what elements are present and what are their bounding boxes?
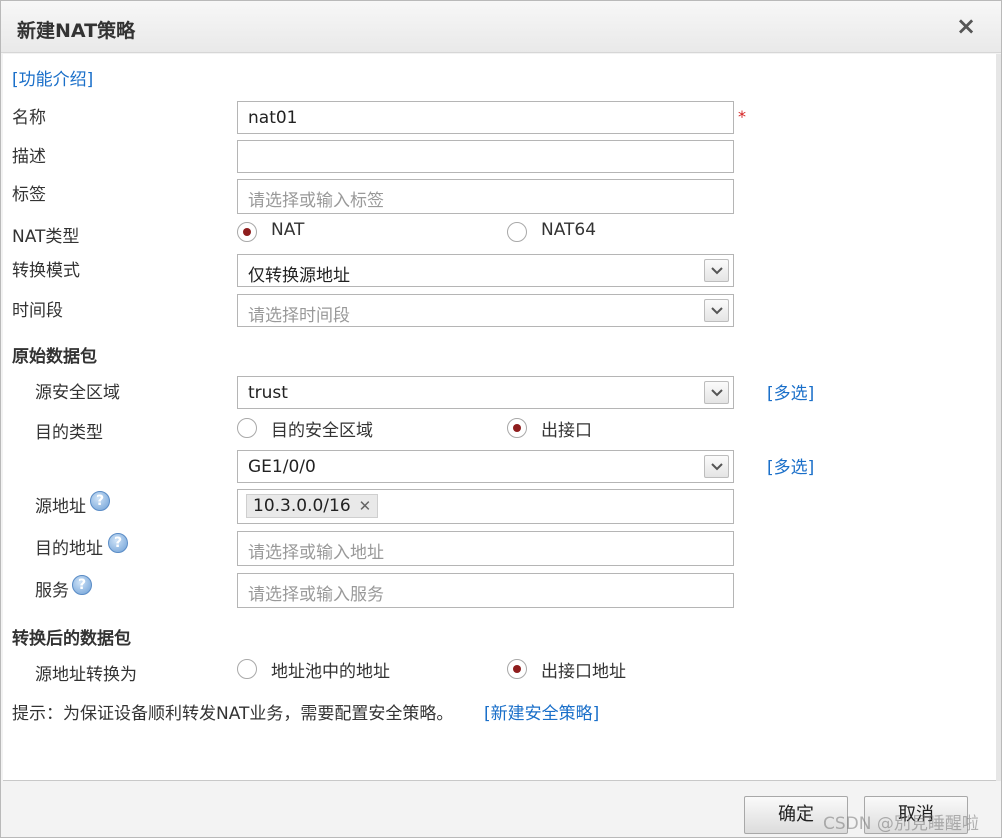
nat-type-nat-label: NAT (271, 220, 305, 240)
source-zone-multi-link[interactable]: [多选] (767, 379, 814, 404)
source-address-label: 源地址 (35, 497, 86, 517)
translated-packet-heading: 转换后的数据包 (12, 629, 131, 649)
nat-type-label: NAT类型 (12, 227, 80, 247)
close-icon[interactable]: × (953, 13, 979, 39)
dest-type-zone-radio[interactable] (237, 418, 257, 438)
required-mark: * (738, 107, 746, 126)
tag-field[interactable]: 请选择或输入标签 (237, 179, 734, 214)
chevron-down-icon[interactable] (704, 381, 729, 404)
source-zone-select[interactable]: trust (237, 376, 734, 409)
tag-placeholder: 请选择或输入标签 (248, 191, 384, 211)
source-zone-label: 源安全区域 (35, 383, 120, 403)
dialog-titlebar: 新建NAT策略 × (1, 1, 1001, 53)
remove-tag-icon[interactable]: ✕ (359, 497, 372, 515)
time-range-label: 时间段 (12, 301, 63, 321)
convert-mode-select[interactable]: 仅转换源地址 (237, 254, 734, 287)
interface-address-label: 出接口地址 (541, 662, 626, 682)
help-icon[interactable]: ? (108, 533, 128, 553)
source-address-field[interactable]: 10.3.0.0/16 ✕ (237, 489, 734, 524)
convert-mode-label: 转换模式 (12, 261, 80, 281)
time-range-select[interactable]: 请选择时间段 (237, 294, 734, 327)
source-translate-label: 源地址转换为 (35, 665, 137, 685)
interface-address-radio[interactable] (507, 659, 527, 679)
pool-address-radio[interactable] (237, 659, 257, 679)
interface-multi-link[interactable]: [多选] (767, 453, 814, 478)
feature-intro-link[interactable]: [功能介绍] (12, 65, 93, 90)
dest-type-zone-label: 目的安全区域 (271, 421, 373, 441)
service-placeholder: 请选择或输入服务 (248, 585, 384, 605)
address-tag: 10.3.0.0/16 ✕ (246, 494, 379, 518)
name-field[interactable]: nat01 (237, 101, 734, 134)
watermark: CSDN @別見睡醒啦 (823, 814, 979, 834)
dest-address-label: 目的地址 (35, 539, 103, 559)
new-security-policy-link[interactable]: [新建安全策略] (484, 699, 599, 724)
tag-label: 标签 (12, 185, 46, 205)
description-label: 描述 (12, 147, 46, 167)
service-field[interactable]: 请选择或输入服务 (237, 573, 734, 608)
nat-type-nat-radio[interactable] (237, 222, 257, 242)
interface-select[interactable]: GE1/0/0 (237, 450, 734, 483)
description-field[interactable] (237, 140, 734, 173)
address-tag-label: 10.3.0.0/16 (253, 496, 351, 516)
dest-type-interface-label: 出接口 (541, 421, 592, 441)
hint-text: 提示：为保证设备顺利转发NAT业务，需要配置安全策略。 (12, 704, 454, 724)
help-icon[interactable]: ? (72, 575, 92, 595)
dest-address-placeholder: 请选择或输入地址 (248, 543, 384, 563)
chevron-down-icon[interactable] (704, 455, 729, 478)
pool-address-label: 地址池中的地址 (271, 662, 390, 682)
time-range-placeholder: 请选择时间段 (248, 306, 350, 326)
nat-type-nat64-label: NAT64 (541, 220, 597, 240)
name-value: nat01 (248, 108, 298, 128)
nat-type-nat64-radio[interactable] (507, 222, 527, 242)
chevron-down-icon[interactable] (704, 259, 729, 282)
help-icon[interactable]: ? (90, 491, 110, 511)
scrollbar[interactable] (996, 54, 1001, 781)
service-label: 服务 (35, 581, 69, 601)
dest-type-label: 目的类型 (35, 423, 103, 443)
original-packet-heading: 原始数据包 (12, 347, 97, 367)
dialog-title: 新建NAT策略 (17, 20, 136, 42)
dest-type-interface-radio[interactable] (507, 418, 527, 438)
source-zone-value: trust (248, 383, 288, 403)
new-nat-policy-dialog: 新建NAT策略 × [功能介绍] 名称 nat01 * 描述 标签 请选择或输入… (0, 0, 1002, 838)
chevron-down-icon[interactable] (704, 299, 729, 322)
convert-mode-value: 仅转换源地址 (248, 266, 350, 286)
dest-address-field[interactable]: 请选择或输入地址 (237, 531, 734, 566)
interface-value: GE1/0/0 (248, 457, 316, 477)
name-label: 名称 (12, 108, 46, 128)
dialog-body: [功能介绍] 名称 nat01 * 描述 标签 请选择或输入标签 NAT类型 N… (3, 54, 996, 781)
